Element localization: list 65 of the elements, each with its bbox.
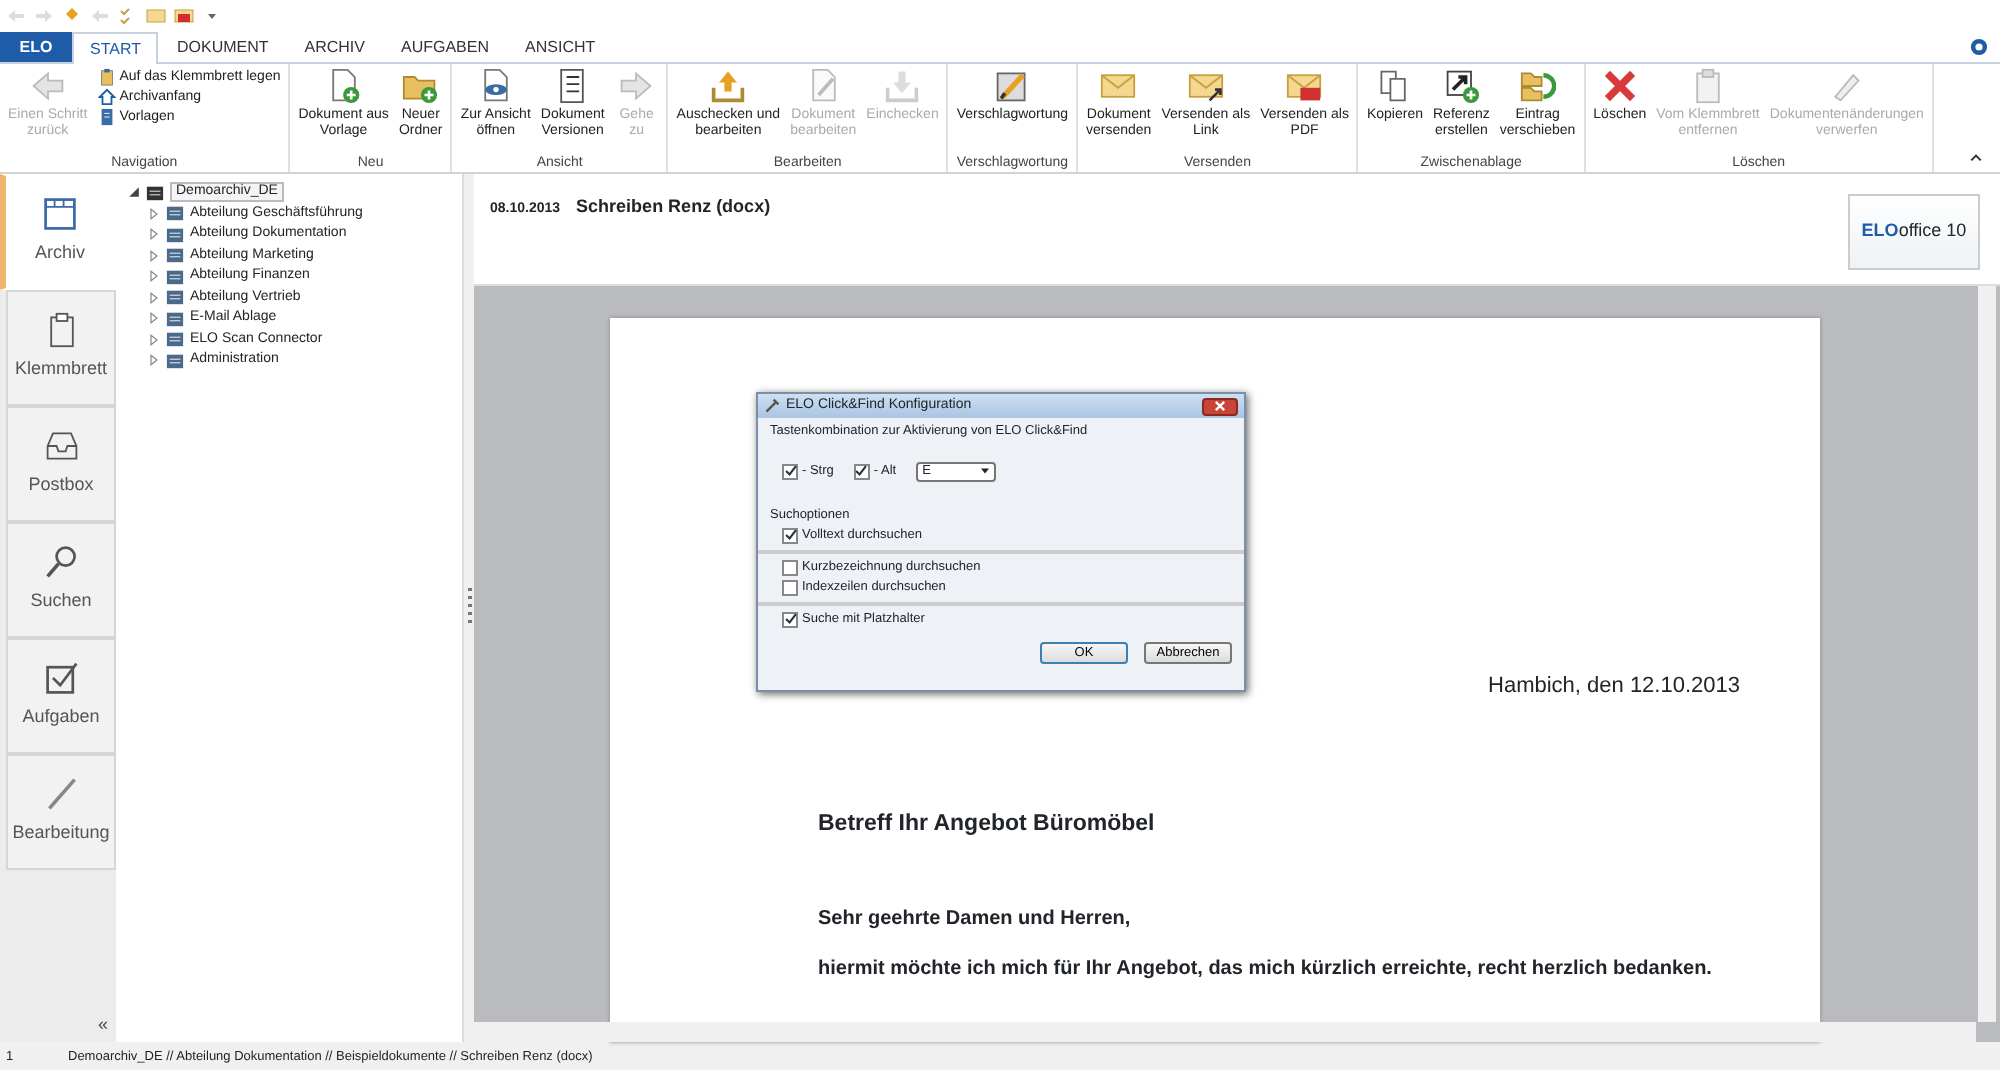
tray-icon	[43, 428, 79, 465]
check-icon	[854, 464, 869, 479]
cabinet-icon	[166, 225, 184, 244]
dropdown-icon	[980, 466, 991, 477]
help-icon[interactable]	[1970, 38, 1988, 56]
ribbon-tab[interactable]: DOKUMENT	[158, 32, 287, 62]
upload-icon	[710, 68, 747, 104]
folder-arrow-icon	[1519, 68, 1556, 104]
search-icon	[43, 544, 79, 581]
cabinet-icon	[166, 351, 184, 370]
page-text: Sehr geehrte Damen und Herren,	[818, 905, 1133, 932]
horizontal-scrollbar[interactable]	[474, 1022, 1976, 1042]
expander-icon[interactable]	[128, 186, 140, 199]
checkbox[interactable]	[782, 611, 798, 627]
cabinet-icon	[166, 204, 184, 223]
envelope-pdf-icon	[1286, 68, 1323, 104]
ribbon-tab[interactable]: AUFGABEN	[383, 32, 508, 62]
wrench-icon	[764, 398, 780, 414]
ribbon-tab[interactable]: ARCHIV	[286, 32, 383, 62]
envelope-pdf-icon[interactable]	[174, 6, 194, 26]
checkbox-icon	[43, 660, 79, 697]
app-menu-button[interactable]: ELO	[0, 32, 72, 62]
clipboard-icon	[97, 68, 116, 86]
cabinet-icon	[166, 288, 184, 307]
nav-tab[interactable]: Klemmbrett	[6, 290, 116, 406]
check-icon	[783, 464, 797, 479]
cabinet-icon	[166, 330, 184, 349]
nav-tab[interactable]: Aufgaben	[6, 638, 116, 754]
checkbox[interactable]	[853, 463, 870, 480]
home-icon	[97, 88, 116, 106]
nav-tab[interactable]: Postbox	[6, 406, 116, 522]
pencil-icon	[43, 776, 79, 813]
collapse-button[interactable]: «	[97, 1011, 108, 1038]
page-text: Hambich, den 12.10.2013	[1486, 672, 1740, 702]
checkbox[interactable]	[782, 463, 798, 480]
document-title: Schreiben Renz (docx)	[576, 194, 771, 220]
envelope-icon	[1100, 68, 1137, 104]
nav-tab[interactable]: Suchen	[6, 522, 116, 638]
archive-icon	[146, 183, 164, 202]
close-icon	[1214, 400, 1226, 412]
checkbox[interactable]	[782, 579, 798, 595]
ribbon-tab[interactable]: ANSICHT	[507, 32, 614, 62]
nav-tab[interactable]: Archiv	[0, 174, 116, 290]
page-text: Betreff Ihr Angebot Büromöbel	[818, 809, 1157, 839]
cabinet-icon	[166, 246, 184, 265]
vertical-scrollbar[interactable]	[1978, 286, 1996, 1022]
arrow-left-icon	[29, 68, 66, 104]
arrow-right-icon	[618, 68, 655, 104]
pencil-icon	[1828, 68, 1865, 104]
checkbox[interactable]	[782, 559, 798, 575]
nav-tab[interactable]: Bearbeitung	[6, 754, 116, 870]
checkbox[interactable]	[782, 527, 798, 543]
check-icon	[783, 528, 797, 542]
cabinet-icon	[166, 267, 184, 286]
logo: ELOoffice 10	[1848, 194, 1980, 270]
close-button[interactable]	[1202, 397, 1238, 415]
document-icon	[97, 108, 116, 126]
delete-icon	[1601, 68, 1638, 104]
collapse-icon[interactable]	[1968, 150, 1984, 166]
window-icon	[42, 196, 78, 233]
cabinet-icon	[166, 309, 184, 328]
check-icon	[783, 612, 797, 626]
envelope-icon[interactable]	[146, 6, 166, 26]
page-text: hiermit möchte ich mich für Ihr Angebot, das mich kürzlich erreichte, recht herzlich bedanken.	[818, 955, 1714, 982]
ribbon-tab[interactable]: START	[72, 32, 159, 64]
